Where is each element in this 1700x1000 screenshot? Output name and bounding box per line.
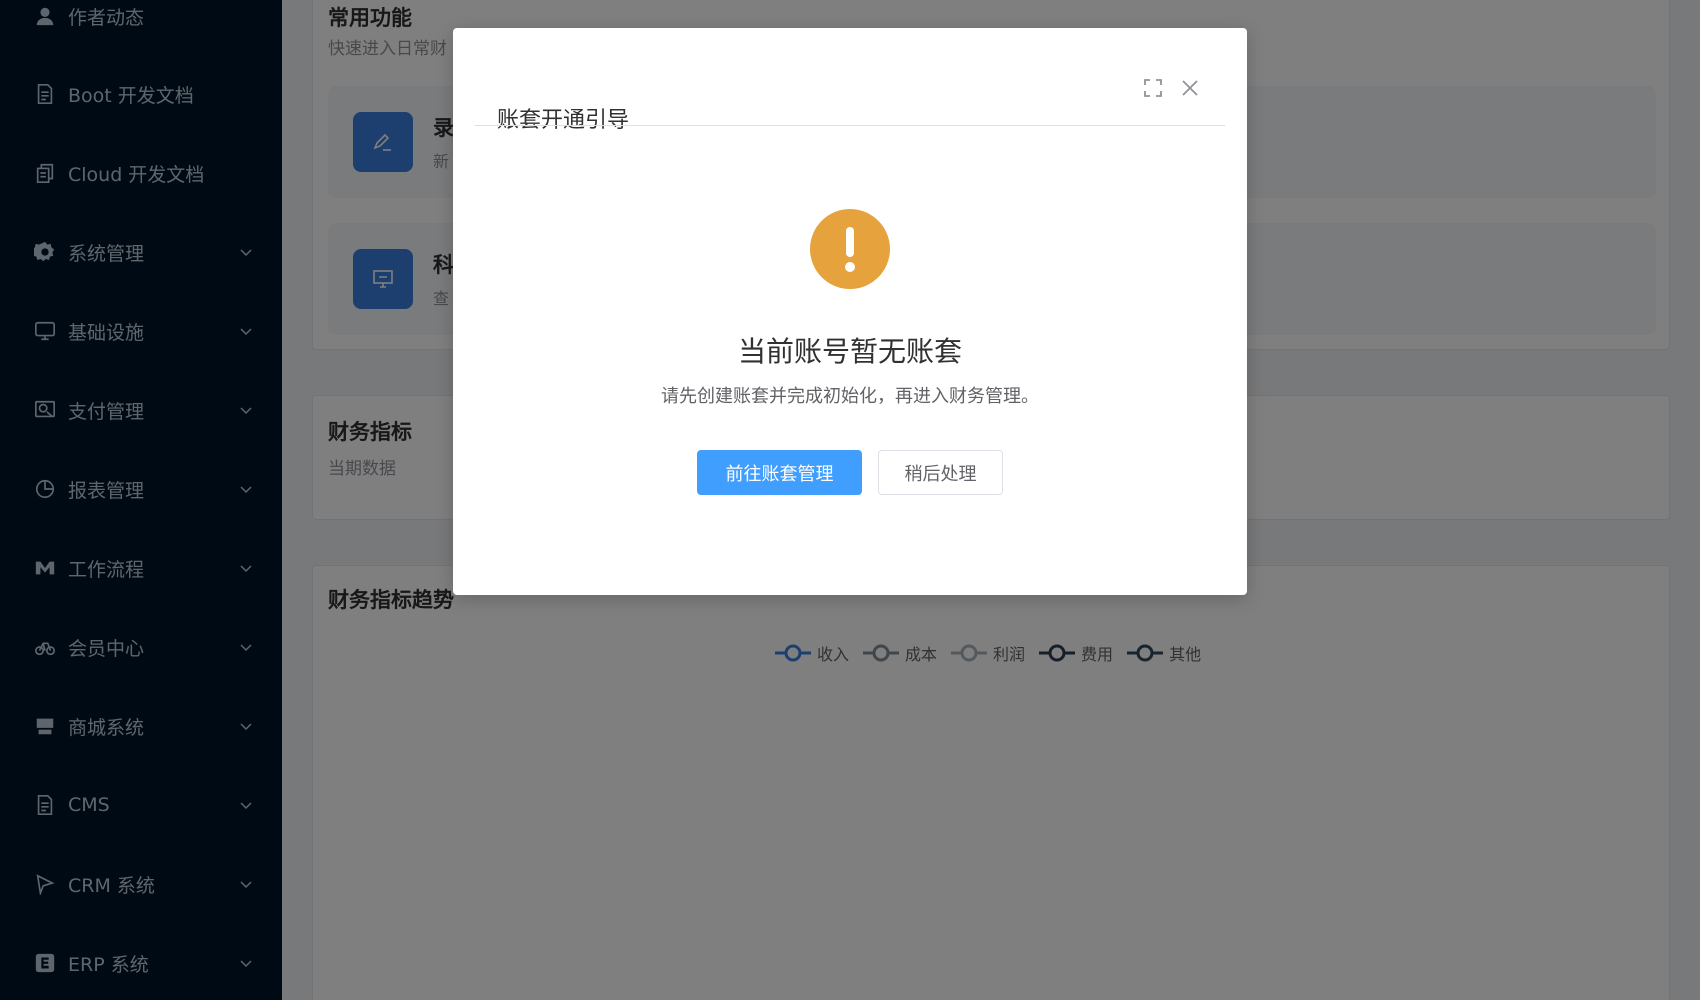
dialog-description: 请先创建账套并完成初始化，再进入财务管理。 [661, 386, 1039, 407]
close-icon[interactable] [1178, 76, 1202, 100]
handle-later-button[interactable]: 稍后处理 [878, 450, 1003, 495]
dialog-heading: 当前账号暂无账套 [737, 335, 962, 368]
dialog-divider [475, 125, 1225, 126]
dialog-title: 账套开通引导 [497, 108, 630, 133]
account-set-guide-dialog: 账套开通引导 当前账号暂无账套 请先创建账套并完成初始化，再进入财务管理。 前往… [453, 28, 1247, 595]
go-to-account-set-button[interactable]: 前往账套管理 [697, 450, 862, 495]
fullscreen-icon[interactable] [1141, 76, 1165, 100]
warning-icon [810, 209, 890, 289]
